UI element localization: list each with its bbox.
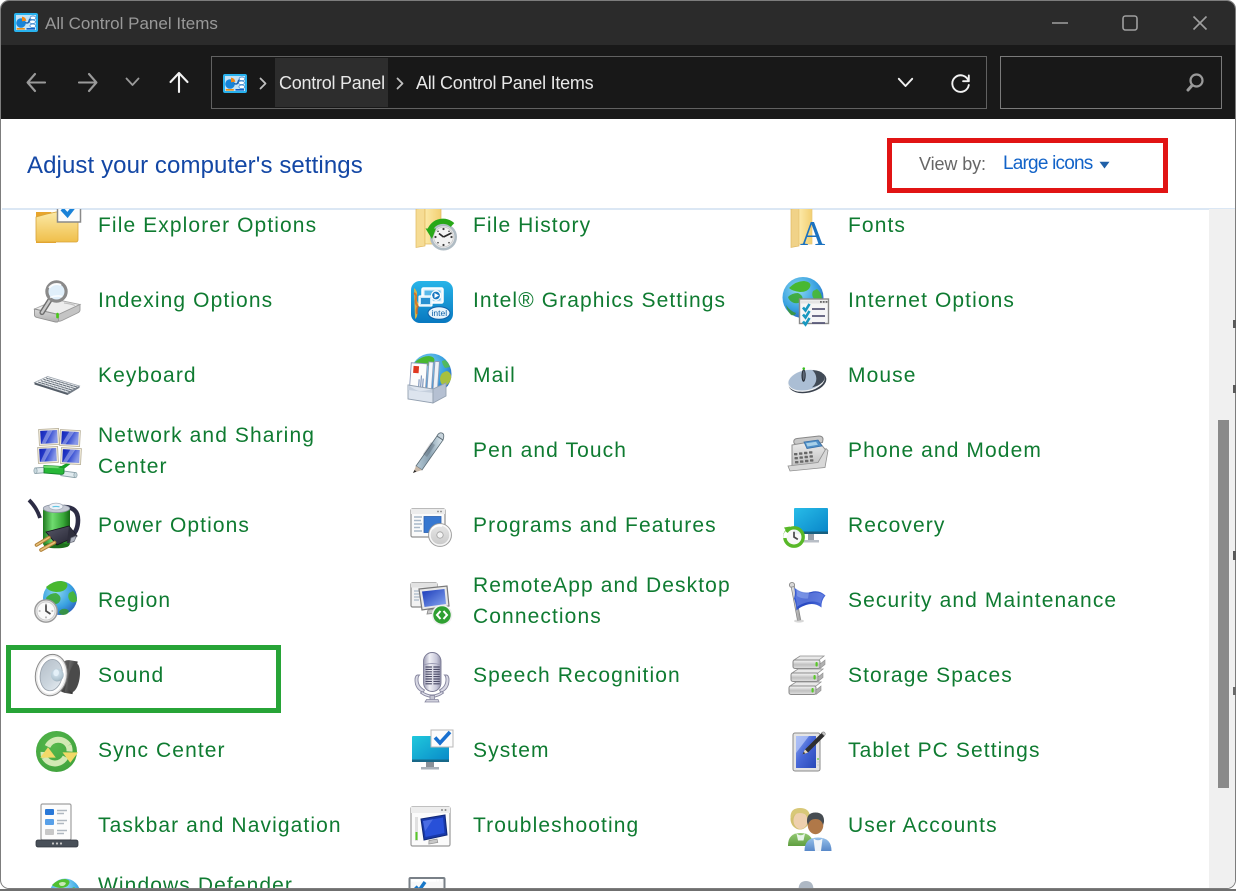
svg-text:intel: intel	[432, 308, 448, 318]
svg-text:A: A	[800, 214, 826, 253]
